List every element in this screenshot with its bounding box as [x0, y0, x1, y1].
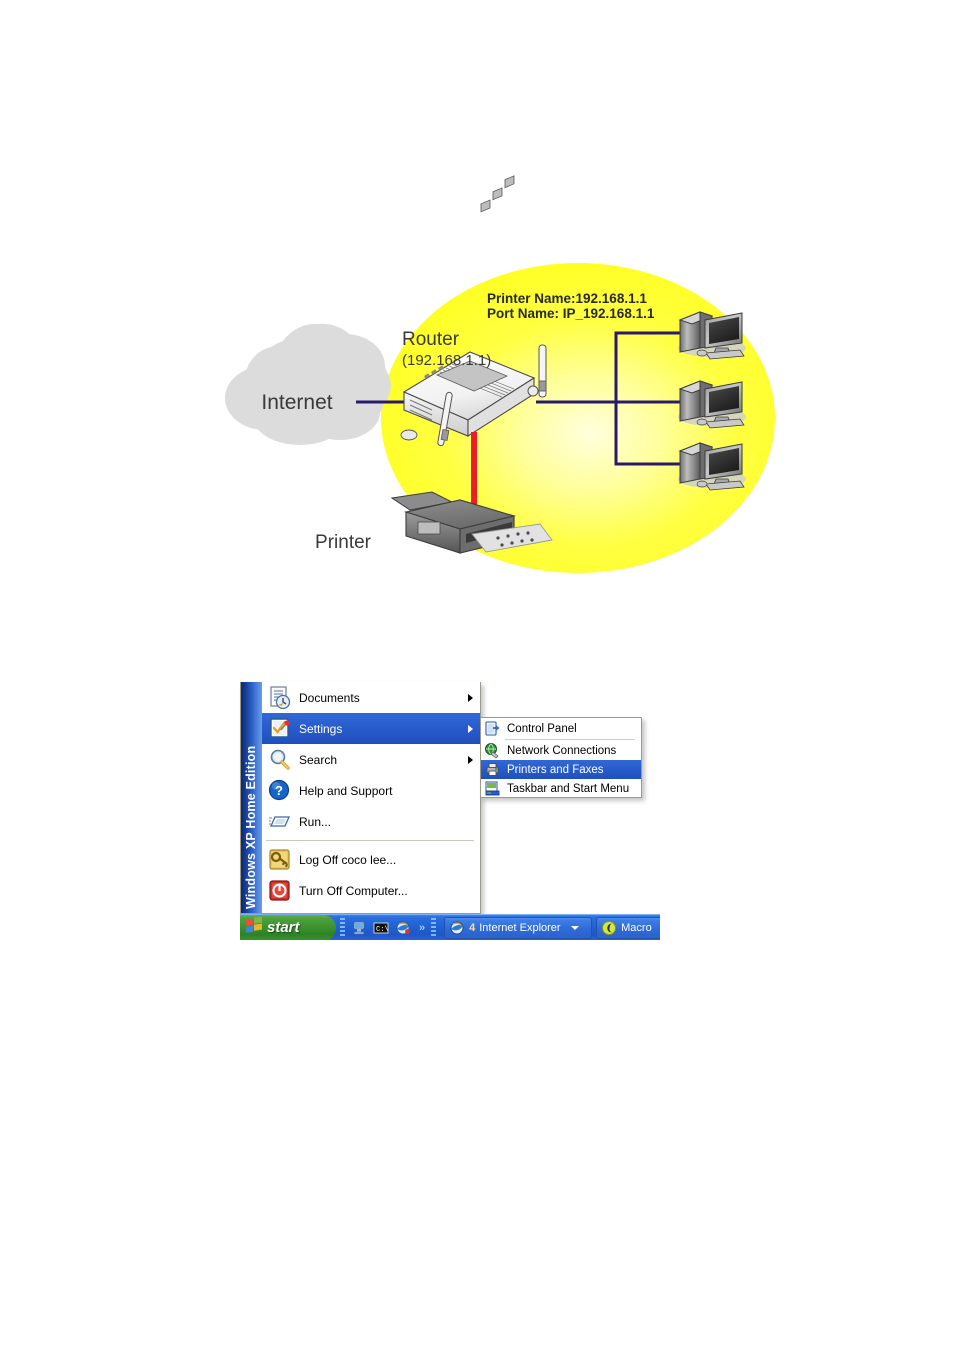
chevron-down-icon[interactable] [570, 925, 579, 930]
submenu-item-label: Network Connections [507, 744, 617, 757]
start-button-label: start [267, 919, 300, 936]
quick-launch-bar: C:\ » [349, 920, 427, 936]
start-menu-item-log-off[interactable]: Log Off coco lee... [262, 844, 480, 875]
control-panel-icon [484, 720, 501, 737]
svg-text:C:\: C:\ [376, 926, 389, 934]
internet-cloud: Internet [225, 323, 391, 445]
start-menu-divider [266, 840, 474, 841]
documents-icon [267, 685, 293, 711]
printer-icon [484, 761, 501, 778]
submenu-item-label: Control Panel [507, 722, 577, 735]
start-menu-item-run[interactable]: Run... [262, 806, 480, 837]
router-antenna-rear [538, 344, 547, 398]
router-ip-label: (192.168.1.1) [402, 352, 491, 369]
pc-2 [678, 380, 746, 429]
start-menu-item-label: Log Off coco lee... [299, 852, 397, 867]
show-desktop-icon[interactable] [351, 920, 367, 936]
macromedia-icon [601, 920, 617, 936]
turn-off-icon [267, 878, 293, 904]
start-menu-item-label: Settings [299, 721, 343, 736]
printer-label: Printer [315, 532, 372, 553]
chevron-right-icon [468, 755, 473, 764]
start-menu-item-list: Documents Settings Search ? Help and Sup… [262, 682, 480, 913]
internet-explorer-icon [449, 920, 465, 936]
submenu-item-printers-and-faxes[interactable]: Printers and Faxes [481, 760, 641, 779]
start-menu-item-label: Run... [299, 814, 332, 829]
submenu-item-label: Printers and Faxes [507, 763, 604, 776]
start-menu-item-label: Documents [299, 690, 360, 705]
start-menu-item-search[interactable]: Search [262, 744, 480, 775]
chevron-right-icon [468, 693, 473, 702]
settings-icon [267, 716, 293, 742]
log-off-icon [267, 847, 293, 873]
search-icon [267, 747, 293, 773]
chevron-right-icon [468, 724, 473, 733]
cloud-label: Internet [261, 391, 332, 414]
network-icon [484, 742, 501, 759]
task-button-label: Internet Explorer [479, 921, 561, 934]
run-icon [267, 809, 293, 835]
start-menu-panel: Windows XP Home Edition Documents Settin… [240, 682, 481, 914]
start-menu-item-label: Help and Support [299, 783, 393, 798]
submenu-divider [505, 739, 635, 740]
svg-text:?: ? [275, 783, 283, 798]
submenu-item-label: Taskbar and Start Menu [507, 782, 630, 795]
submenu-item-taskbar-and-start-menu[interactable]: Taskbar and Start Menu [481, 779, 641, 798]
network-topology-diagram: Internet Router (192.168.1.1) Printer Pr… [0, 0, 954, 640]
task-button-macromedia[interactable]: Macro [596, 916, 660, 939]
help-icon: ? [267, 778, 293, 804]
start-menu-item-turn-off-computer[interactable]: Turn Off Computer... [262, 875, 480, 906]
quick-launch-overflow-icon[interactable]: » [419, 922, 425, 934]
windows-start-menu: Windows XP Home Edition Documents Settin… [240, 682, 660, 948]
task-button-label: Macro [621, 921, 652, 934]
start-menu-item-settings[interactable]: Settings [262, 713, 480, 744]
submenu-item-control-panel[interactable]: Control Panel [481, 719, 641, 738]
command-prompt-icon[interactable]: C:\ [373, 920, 389, 936]
taskbar-icon [484, 780, 501, 797]
task-window-count: 4 [469, 921, 476, 934]
router-label: Router [402, 329, 460, 350]
settings-submenu-panel: Control Panel Network Connections Printe… [480, 717, 642, 798]
pc-3 [678, 442, 746, 491]
port-name-label: Port Name: IP_192.168.1.1 [487, 306, 655, 321]
start-button[interactable]: start [240, 915, 336, 940]
submenu-item-network-connections[interactable]: Network Connections [481, 741, 641, 760]
windows-logo-icon [245, 916, 263, 939]
start-menu-item-label: Turn Off Computer... [299, 883, 408, 898]
start-menu-item-help-and-support[interactable]: ? Help and Support [262, 775, 480, 806]
start-menu-item-label: Search [299, 752, 338, 767]
printer-name-label: Printer Name:192.168.1.1 [487, 291, 647, 306]
quick-launch-grip[interactable] [340, 917, 345, 938]
start-menu-item-documents[interactable]: Documents [262, 682, 480, 713]
task-area-grip[interactable] [431, 917, 437, 938]
start-menu-brand-bar: Windows XP Home Edition [241, 682, 262, 913]
pc-1 [678, 311, 746, 360]
taskbar: start C:\ » 4 Internet Explorer Macro [240, 914, 660, 940]
internet-explorer-icon[interactable] [395, 920, 411, 936]
brand-label: Windows XP Home Edition [244, 745, 258, 909]
task-button-internet-explorer[interactable]: 4 Internet Explorer [444, 916, 593, 939]
